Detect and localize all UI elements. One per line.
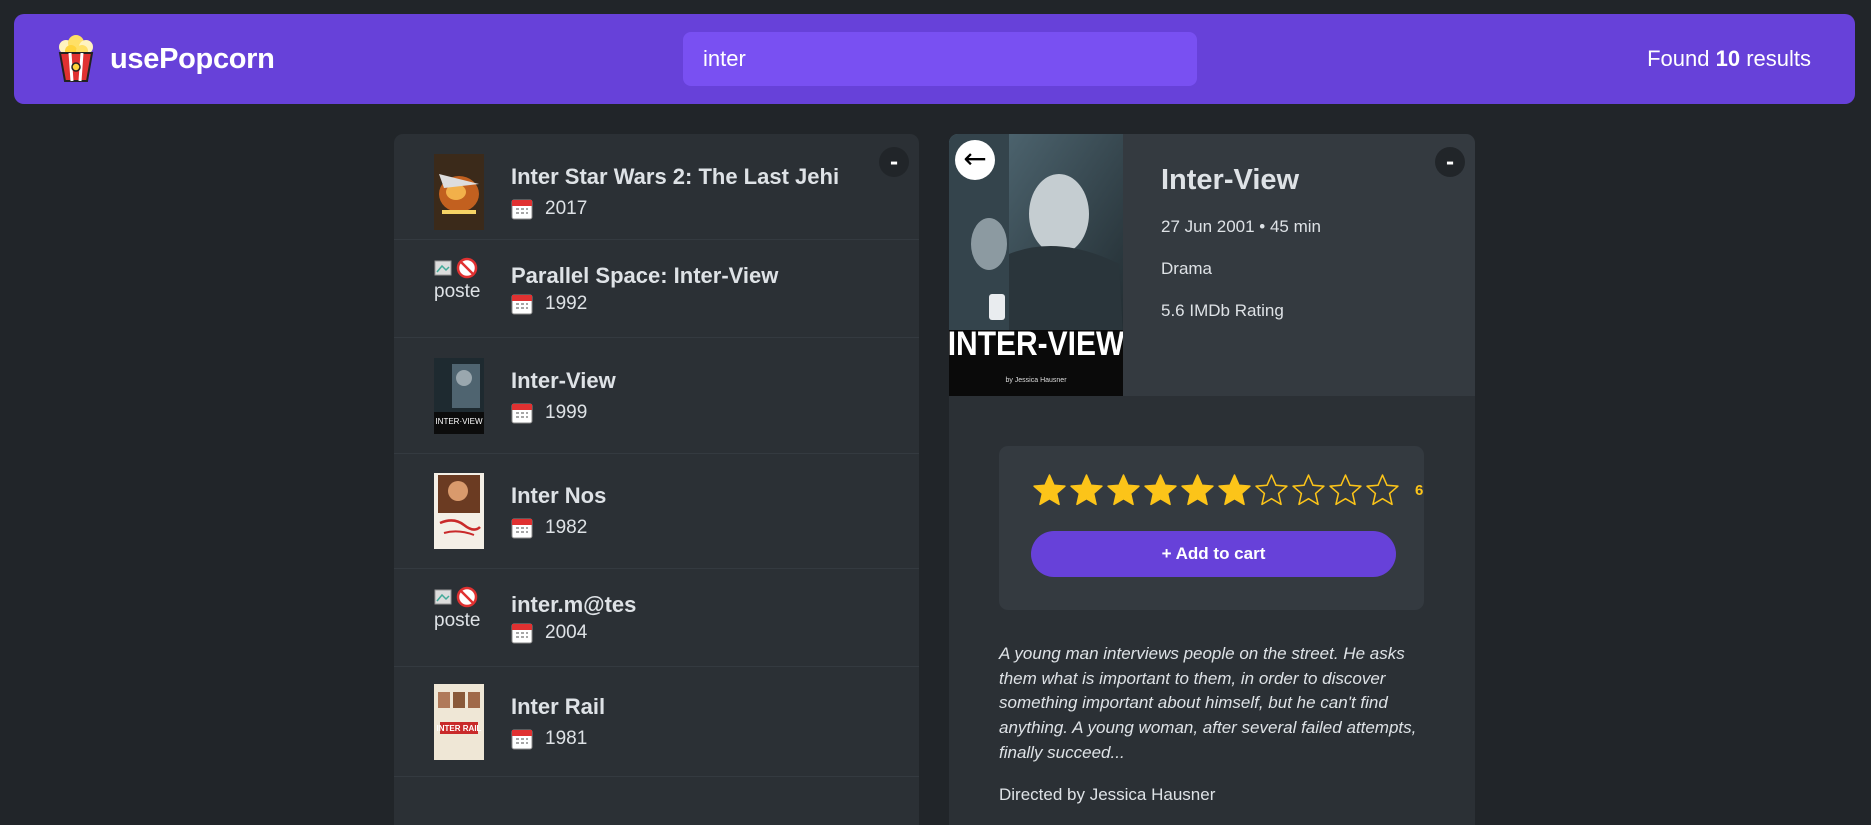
poster-title-text: INTER-VIEW: [949, 324, 1123, 362]
movie-poster: [434, 153, 484, 230]
poster-alt-text: poste: [434, 609, 481, 631]
no-entry-icon: [456, 586, 478, 607]
movie-year: 1982: [545, 517, 588, 538]
movie-list-box: - Inter Star Wars 2: The Last Jehi 2017 …: [394, 134, 919, 825]
results-number: 10: [1715, 46, 1741, 71]
movie-title: Inter Star Wars 2: The Last Jehi: [511, 163, 840, 189]
movie-item[interactable]: poste Parallel Space: Inter-View 1992: [394, 240, 919, 338]
nav-bar: usePopcorn Found 10 results: [14, 14, 1855, 104]
movie-year: 2004: [545, 621, 588, 643]
details-header: ← INTER-VIEW by Jessica Hausner Inter-Vi…: [949, 134, 1475, 396]
star-empty-icon[interactable]: [1253, 472, 1290, 509]
movie-year: 1981: [545, 727, 588, 749]
logo-text: usePopcorn: [110, 42, 275, 75]
details-overview: Inter-View 27 Jun 2001 • 45 min Drama 5.…: [1123, 134, 1321, 396]
results-count: Found 10 results: [1647, 46, 1811, 72]
imdb-rating: 5.6 IMDb Rating: [1161, 301, 1284, 320]
movie-list: Inter Star Wars 2: The Last Jehi 2017 po…: [394, 134, 919, 777]
poster-alt-text: poste: [434, 280, 481, 302]
detail-title: Inter-View: [1161, 164, 1300, 196]
movie-poster: poste: [434, 580, 484, 656]
movie-poster: INTER RAIL: [434, 683, 484, 760]
popcorn-icon: [58, 35, 94, 82]
results-suffix: results: [1746, 46, 1811, 71]
details-section: 6 + Add to cart A young man interviews p…: [949, 396, 1475, 805]
logo: usePopcorn: [56, 35, 275, 83]
star-filled-icon[interactable]: [1216, 472, 1253, 509]
calendar-icon: [511, 294, 533, 314]
toggle-list-button[interactable]: -: [879, 147, 909, 177]
calendar-icon: [511, 623, 533, 643]
movie-year: 2017: [545, 197, 588, 219]
movie-item[interactable]: Inter Star Wars 2: The Last Jehi 2017: [394, 144, 919, 240]
svg-text:INTER RAIL: INTER RAIL: [437, 724, 482, 733]
svg-text:INTER·VIEW: INTER·VIEW: [435, 417, 483, 426]
movie-year: 1992: [545, 292, 588, 314]
director: Directed by Jessica Hausner: [999, 785, 1216, 805]
broken-image-icon: [434, 260, 452, 275]
star-filled-icon[interactable]: [1068, 472, 1105, 509]
back-button[interactable]: ←: [955, 140, 995, 180]
add-to-cart-button[interactable]: + Add to cart: [1031, 531, 1396, 577]
movie-title: Parallel Space: Inter-View: [511, 262, 779, 288]
movie-title: Inter-View: [511, 367, 616, 393]
star-filled-icon[interactable]: [1105, 472, 1142, 509]
rating-box: 6 + Add to cart: [999, 446, 1424, 610]
movie-item[interactable]: Inter Nos 1982: [394, 454, 919, 569]
no-entry-icon: [456, 257, 478, 278]
movie-item[interactable]: INTER·VIEW Inter-View 1999: [394, 338, 919, 454]
toggle-details-button[interactable]: -: [1435, 147, 1465, 177]
movie-item[interactable]: INTER RAIL Inter Rail 1981: [394, 667, 919, 777]
release-runtime: 27 Jun 2001 • 45 min: [1161, 217, 1322, 236]
movie-details-box: - ← INTER-VIEW by Jessica Hausner Inter-…: [949, 134, 1475, 825]
movie-title: inter.m@tes: [511, 591, 637, 617]
star-filled-icon[interactable]: [1179, 472, 1216, 509]
movie-title: Inter Rail: [511, 693, 606, 719]
star-rating: 6: [1031, 472, 1424, 509]
calendar-icon: [511, 199, 533, 219]
genre: Drama: [1161, 259, 1213, 278]
search-input[interactable]: [683, 32, 1197, 86]
movie-poster: INTER·VIEW: [434, 357, 484, 434]
movie-year: 1999: [545, 401, 588, 423]
movie-title: Inter Nos: [511, 483, 607, 508]
star-filled-icon[interactable]: [1031, 472, 1068, 509]
star-empty-icon[interactable]: [1290, 472, 1327, 509]
movie-poster: [434, 473, 484, 549]
star-empty-icon[interactable]: [1327, 472, 1364, 509]
broken-image-icon: [434, 589, 452, 604]
movie-poster: poste: [434, 251, 484, 327]
calendar-icon: [511, 518, 533, 539]
star-filled-icon[interactable]: [1142, 472, 1179, 509]
calendar-icon: [511, 729, 533, 749]
results-prefix: Found: [1647, 46, 1710, 71]
calendar-icon: [511, 403, 533, 423]
plot: A young man interviews people on the str…: [999, 644, 1417, 762]
movie-item[interactable]: poste inter.m@tes 2004: [394, 569, 919, 667]
star-empty-icon[interactable]: [1364, 472, 1401, 509]
rating-value: 6: [1415, 482, 1424, 499]
poster-byline-text: by Jessica Hausner: [1005, 377, 1067, 384]
